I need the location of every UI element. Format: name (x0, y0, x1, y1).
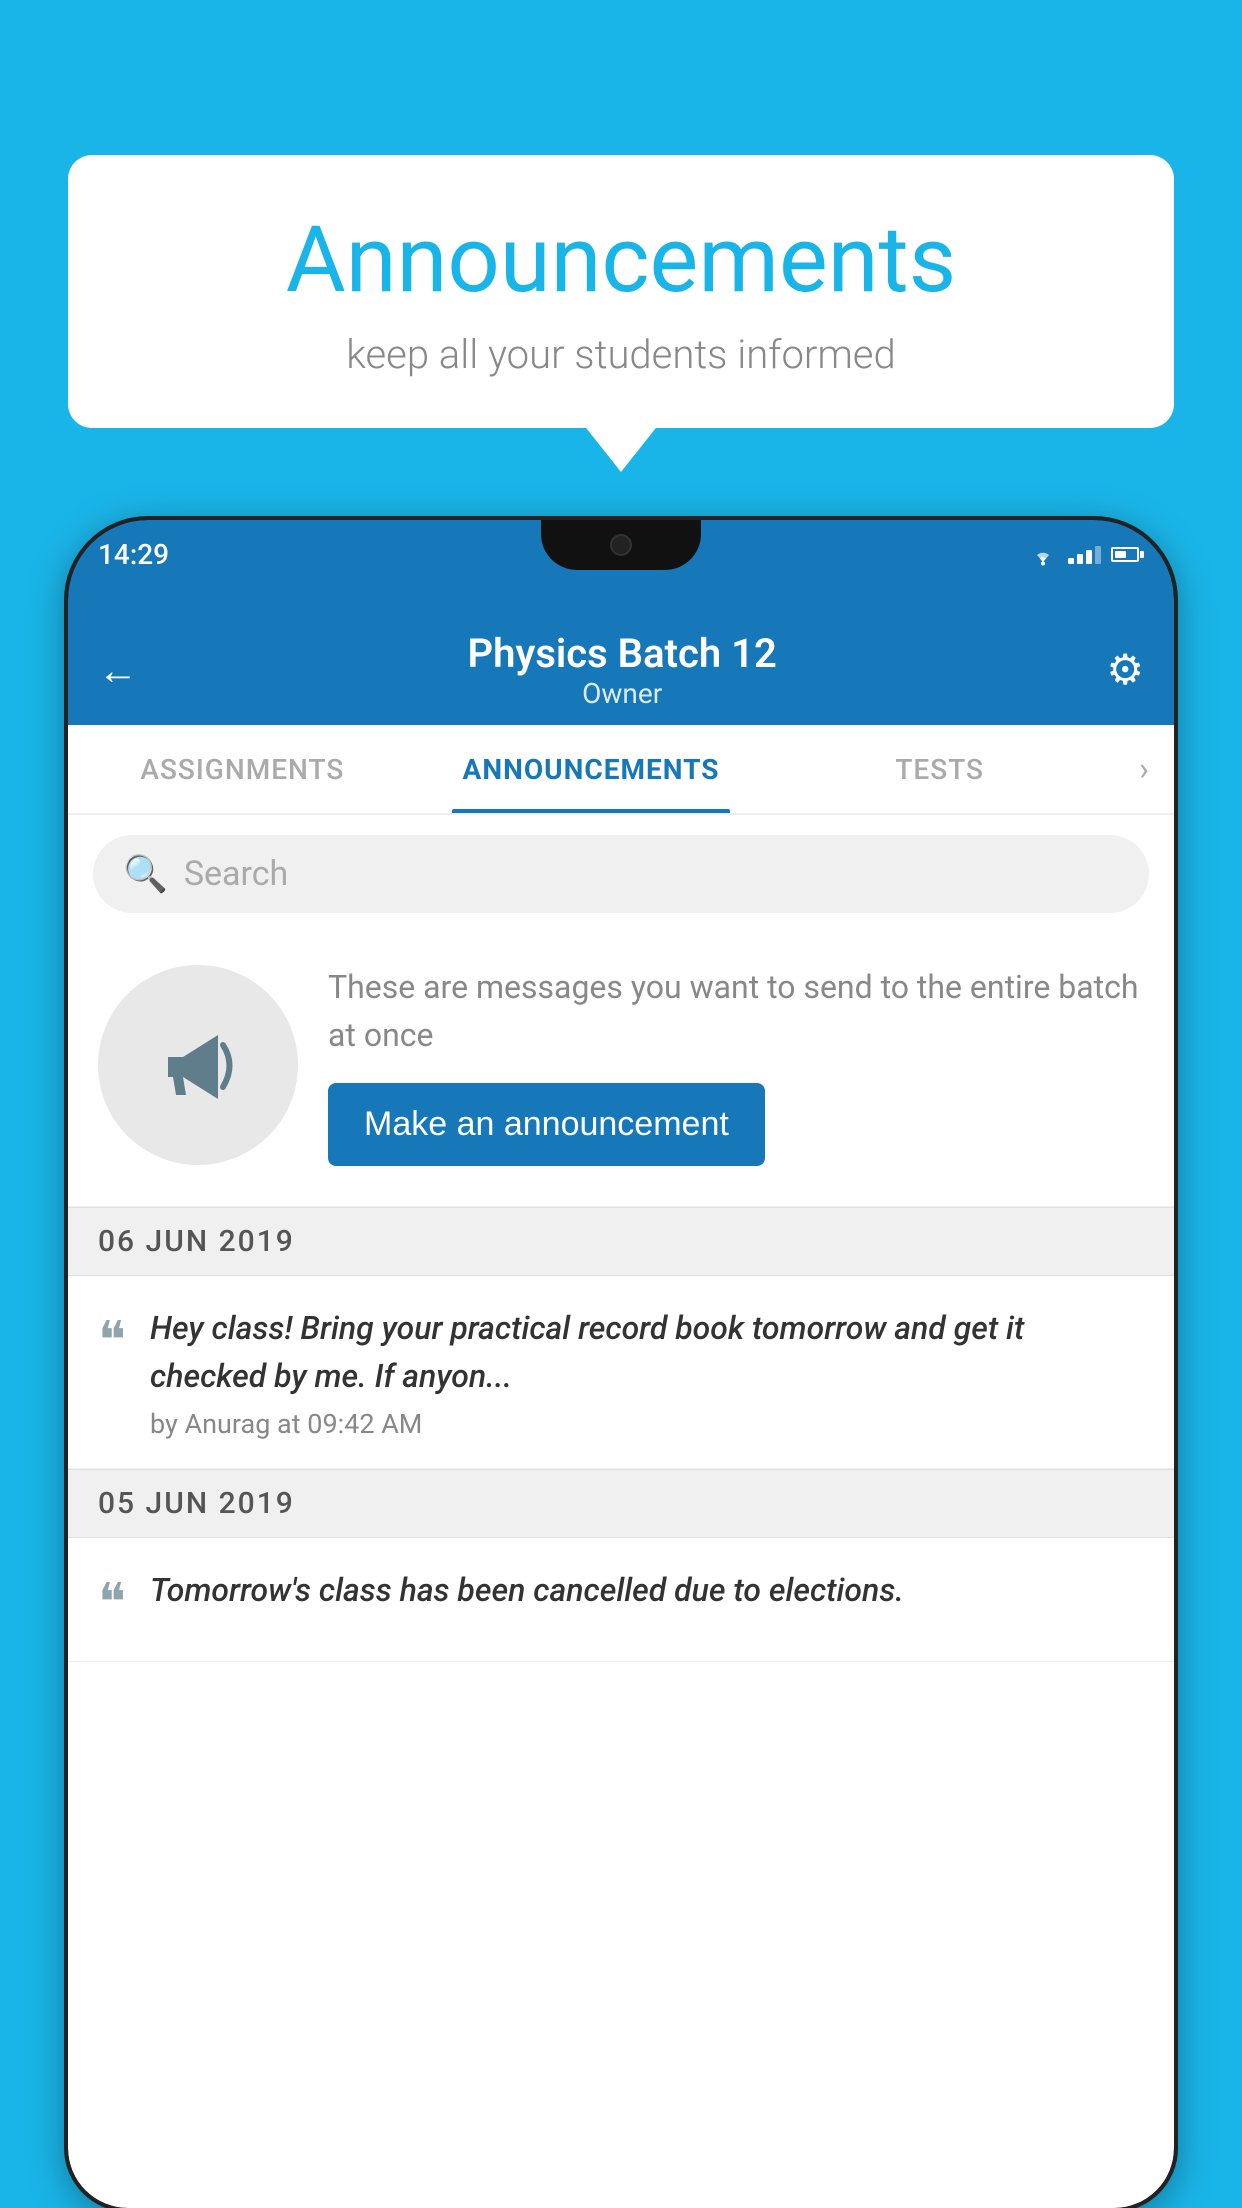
phone-top-bar: 14:29 (68, 520, 1174, 615)
tab-tests[interactable]: TESTS (765, 725, 1114, 813)
announcement-item-1[interactable]: ❝ Hey class! Bring your practical record… (68, 1276, 1174, 1469)
announcement-item-2[interactable]: ❝ Tomorrow's class has been cancelled du… (68, 1538, 1174, 1662)
date-separator-2: 05 JUN 2019 (68, 1469, 1174, 1538)
phone-content: 🔍 Search These are messages you want to … (68, 815, 1174, 2208)
header-title: Physics Batch 12 (138, 630, 1106, 677)
announcement-text-1: Hey class! Bring your practical record b… (150, 1304, 1144, 1400)
speech-bubble: Announcements keep all your students inf… (68, 155, 1174, 428)
search-input[interactable]: Search (184, 854, 288, 894)
quote-icon-2: ❝ (98, 1572, 126, 1633)
header-subtitle: Owner (138, 677, 1106, 710)
status-time: 14:29 (98, 538, 169, 571)
speech-bubble-container: Announcements keep all your students inf… (68, 155, 1174, 428)
search-icon: 🔍 (123, 853, 168, 895)
notch (541, 520, 701, 570)
promo-section: These are messages you want to send to t… (68, 933, 1174, 1207)
phone-inner: 14:29 (68, 520, 1174, 2208)
announcement-content-1: Hey class! Bring your practical record b… (150, 1304, 1144, 1440)
phone-frame: 14:29 (68, 520, 1174, 2208)
tabs-bar: ASSIGNMENTS ANNOUNCEMENTS TESTS › (68, 725, 1174, 815)
front-camera (610, 534, 632, 556)
announcement-icon-circle (98, 965, 298, 1165)
header-title-group: Physics Batch 12 Owner (138, 630, 1106, 710)
tab-announcements[interactable]: ANNOUNCEMENTS (417, 725, 766, 813)
settings-icon[interactable]: ⚙ (1106, 645, 1144, 695)
announcement-text-2: Tomorrow's class has been cancelled due … (150, 1566, 904, 1614)
status-icons (1028, 544, 1144, 566)
megaphone-icon (148, 1015, 248, 1115)
date-group-2: 05 JUN 2019 ❝ Tomorrow's class has been … (68, 1469, 1174, 1662)
wifi-icon (1028, 544, 1058, 566)
announcement-meta-1: by Anurag at 09:42 AM (150, 1408, 1144, 1440)
promo-description: These are messages you want to send to t… (328, 963, 1144, 1059)
search-container: 🔍 Search (68, 815, 1174, 933)
app-header: ← Physics Batch 12 Owner ⚙ (68, 615, 1174, 725)
date-group-1: 06 JUN 2019 ❝ Hey class! Bring your prac… (68, 1207, 1174, 1469)
tab-more-icon[interactable]: › (1114, 750, 1174, 788)
promo-right: These are messages you want to send to t… (328, 963, 1144, 1166)
tab-assignments[interactable]: ASSIGNMENTS (68, 725, 417, 813)
back-button[interactable]: ← (98, 647, 138, 694)
battery-icon (1111, 547, 1144, 562)
bubble-subtitle: keep all your students informed (108, 331, 1134, 378)
bubble-title: Announcements (108, 210, 1134, 311)
quote-icon-1: ❝ (98, 1310, 126, 1371)
make-announcement-button[interactable]: Make an announcement (328, 1083, 765, 1166)
announcement-content-2: Tomorrow's class has been cancelled due … (150, 1566, 904, 1614)
signal-icon (1068, 546, 1101, 564)
search-bar[interactable]: 🔍 Search (93, 835, 1149, 913)
date-separator-1: 06 JUN 2019 (68, 1207, 1174, 1276)
